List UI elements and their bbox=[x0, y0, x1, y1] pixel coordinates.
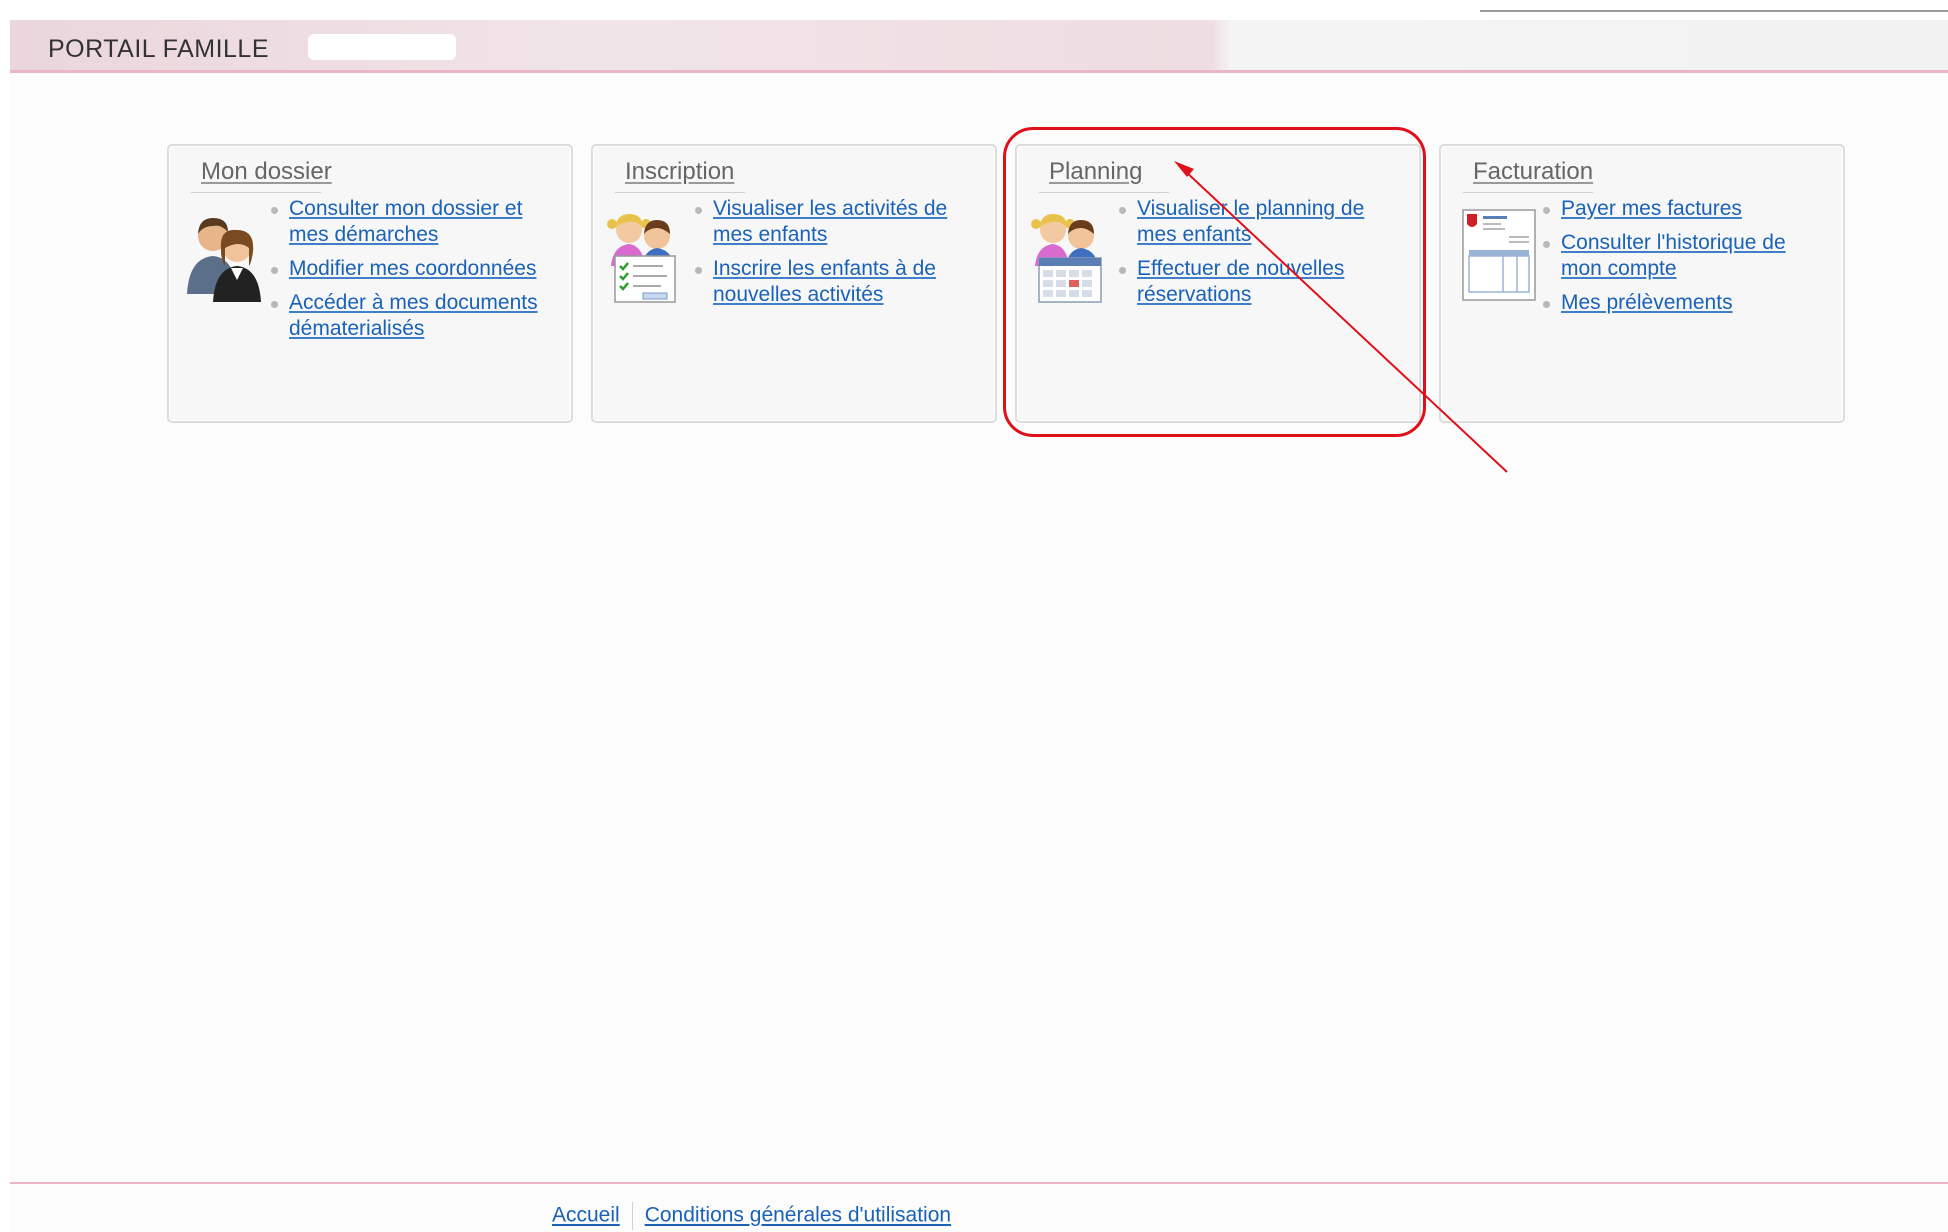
link-inscrire-activites[interactable]: Inscrire les enfants à de nouvelles acti… bbox=[713, 257, 936, 306]
bullet-icon bbox=[271, 207, 278, 214]
link-nouvelles-reservations[interactable]: Effectuer de nouvelles réservations bbox=[1137, 257, 1344, 306]
card-title[interactable]: Inscription bbox=[625, 158, 734, 186]
children-checklist-icon bbox=[603, 206, 693, 306]
link-historique-compte[interactable]: Consulter l'historique de mon compte bbox=[1561, 231, 1786, 280]
link-payer-factures[interactable]: Payer mes factures bbox=[1561, 197, 1742, 220]
list-item: Accéder à mes documents dématerialisés bbox=[269, 290, 559, 342]
children-calendar-icon bbox=[1027, 206, 1117, 306]
bullet-icon bbox=[695, 207, 702, 214]
footer-divider bbox=[10, 1182, 1948, 1184]
link-list: Visualiser les activités de mes enfants … bbox=[693, 196, 983, 316]
link-list: Payer mes factures Consulter l'historiqu… bbox=[1541, 196, 1831, 324]
bullet-icon bbox=[1543, 241, 1550, 248]
link-prelevements[interactable]: Mes prélèvements bbox=[1561, 291, 1733, 314]
title-rule bbox=[615, 192, 745, 193]
card-title[interactable]: Facturation bbox=[1473, 158, 1593, 186]
bullet-icon bbox=[1543, 301, 1550, 308]
link-consulter-dossier[interactable]: Consulter mon dossier et mes démarches bbox=[289, 197, 522, 246]
list-item: Mes prélèvements bbox=[1541, 290, 1831, 316]
bullet-icon bbox=[271, 267, 278, 274]
footer-separator bbox=[631, 1202, 633, 1230]
bullet-icon bbox=[1119, 267, 1126, 274]
link-list: Consulter mon dossier et mes démarches M… bbox=[269, 196, 559, 350]
link-documents-dematerialises[interactable]: Accéder à mes documents dématerialisés bbox=[289, 291, 538, 340]
title-rule bbox=[191, 192, 321, 193]
bullet-icon bbox=[695, 267, 702, 274]
list-item: Consulter l'historique de mon compte bbox=[1541, 230, 1831, 282]
list-item: Modifier mes coordonnées bbox=[269, 256, 559, 282]
list-item: Consulter mon dossier et mes démarches bbox=[269, 196, 559, 248]
bullet-icon bbox=[271, 301, 278, 308]
list-item: Visualiser le planning de mes enfants bbox=[1117, 196, 1407, 248]
invoice-document-icon bbox=[1451, 206, 1541, 306]
family-couple-icon bbox=[179, 206, 269, 306]
card-title[interactable]: Mon dossier bbox=[201, 158, 332, 186]
card-title[interactable]: Planning bbox=[1049, 158, 1142, 186]
card-mon-dossier: Mon dossier Consulter mon dossier et mes… bbox=[167, 144, 573, 423]
link-visualiser-activites[interactable]: Visualiser les activités de mes enfants bbox=[713, 197, 947, 246]
portal-title: PORTAIL FAMILLE bbox=[48, 35, 270, 63]
card-planning: Planning Visualiser le planning de mes e… bbox=[1015, 144, 1421, 423]
footer-link-conditions[interactable]: Conditions générales d'utilisation bbox=[645, 1204, 951, 1227]
footer-links: Accueil Conditions générales d'utilisatio… bbox=[552, 1202, 951, 1230]
portal-frame: PORTAIL FAMILLE Mon dossier Consulter mo… bbox=[10, 10, 1948, 1232]
card-facturation: Facturation Payer mes factures Consulter… bbox=[1439, 144, 1845, 423]
list-item: Visualiser les activités de mes enfants bbox=[693, 196, 983, 248]
link-list: Visualiser le planning de mes enfants Ef… bbox=[1117, 196, 1407, 316]
bullet-icon bbox=[1119, 207, 1126, 214]
link-modifier-coordonnees[interactable]: Modifier mes coordonnées bbox=[289, 257, 536, 280]
list-item: Inscrire les enfants à de nouvelles acti… bbox=[693, 256, 983, 308]
list-item: Payer mes factures bbox=[1541, 196, 1831, 222]
list-item: Effectuer de nouvelles réservations bbox=[1117, 256, 1407, 308]
redacted-area bbox=[308, 34, 456, 60]
header-top-line bbox=[1480, 10, 1948, 12]
header-bar: PORTAIL FAMILLE bbox=[10, 10, 1948, 73]
title-rule bbox=[1463, 192, 1593, 193]
footer-link-accueil[interactable]: Accueil bbox=[552, 1204, 620, 1227]
title-rule bbox=[1039, 192, 1169, 193]
bullet-icon bbox=[1543, 207, 1550, 214]
link-visualiser-planning[interactable]: Visualiser le planning de mes enfants bbox=[1137, 197, 1364, 246]
card-inscription: Inscription Visualiser les activités de … bbox=[591, 144, 997, 423]
